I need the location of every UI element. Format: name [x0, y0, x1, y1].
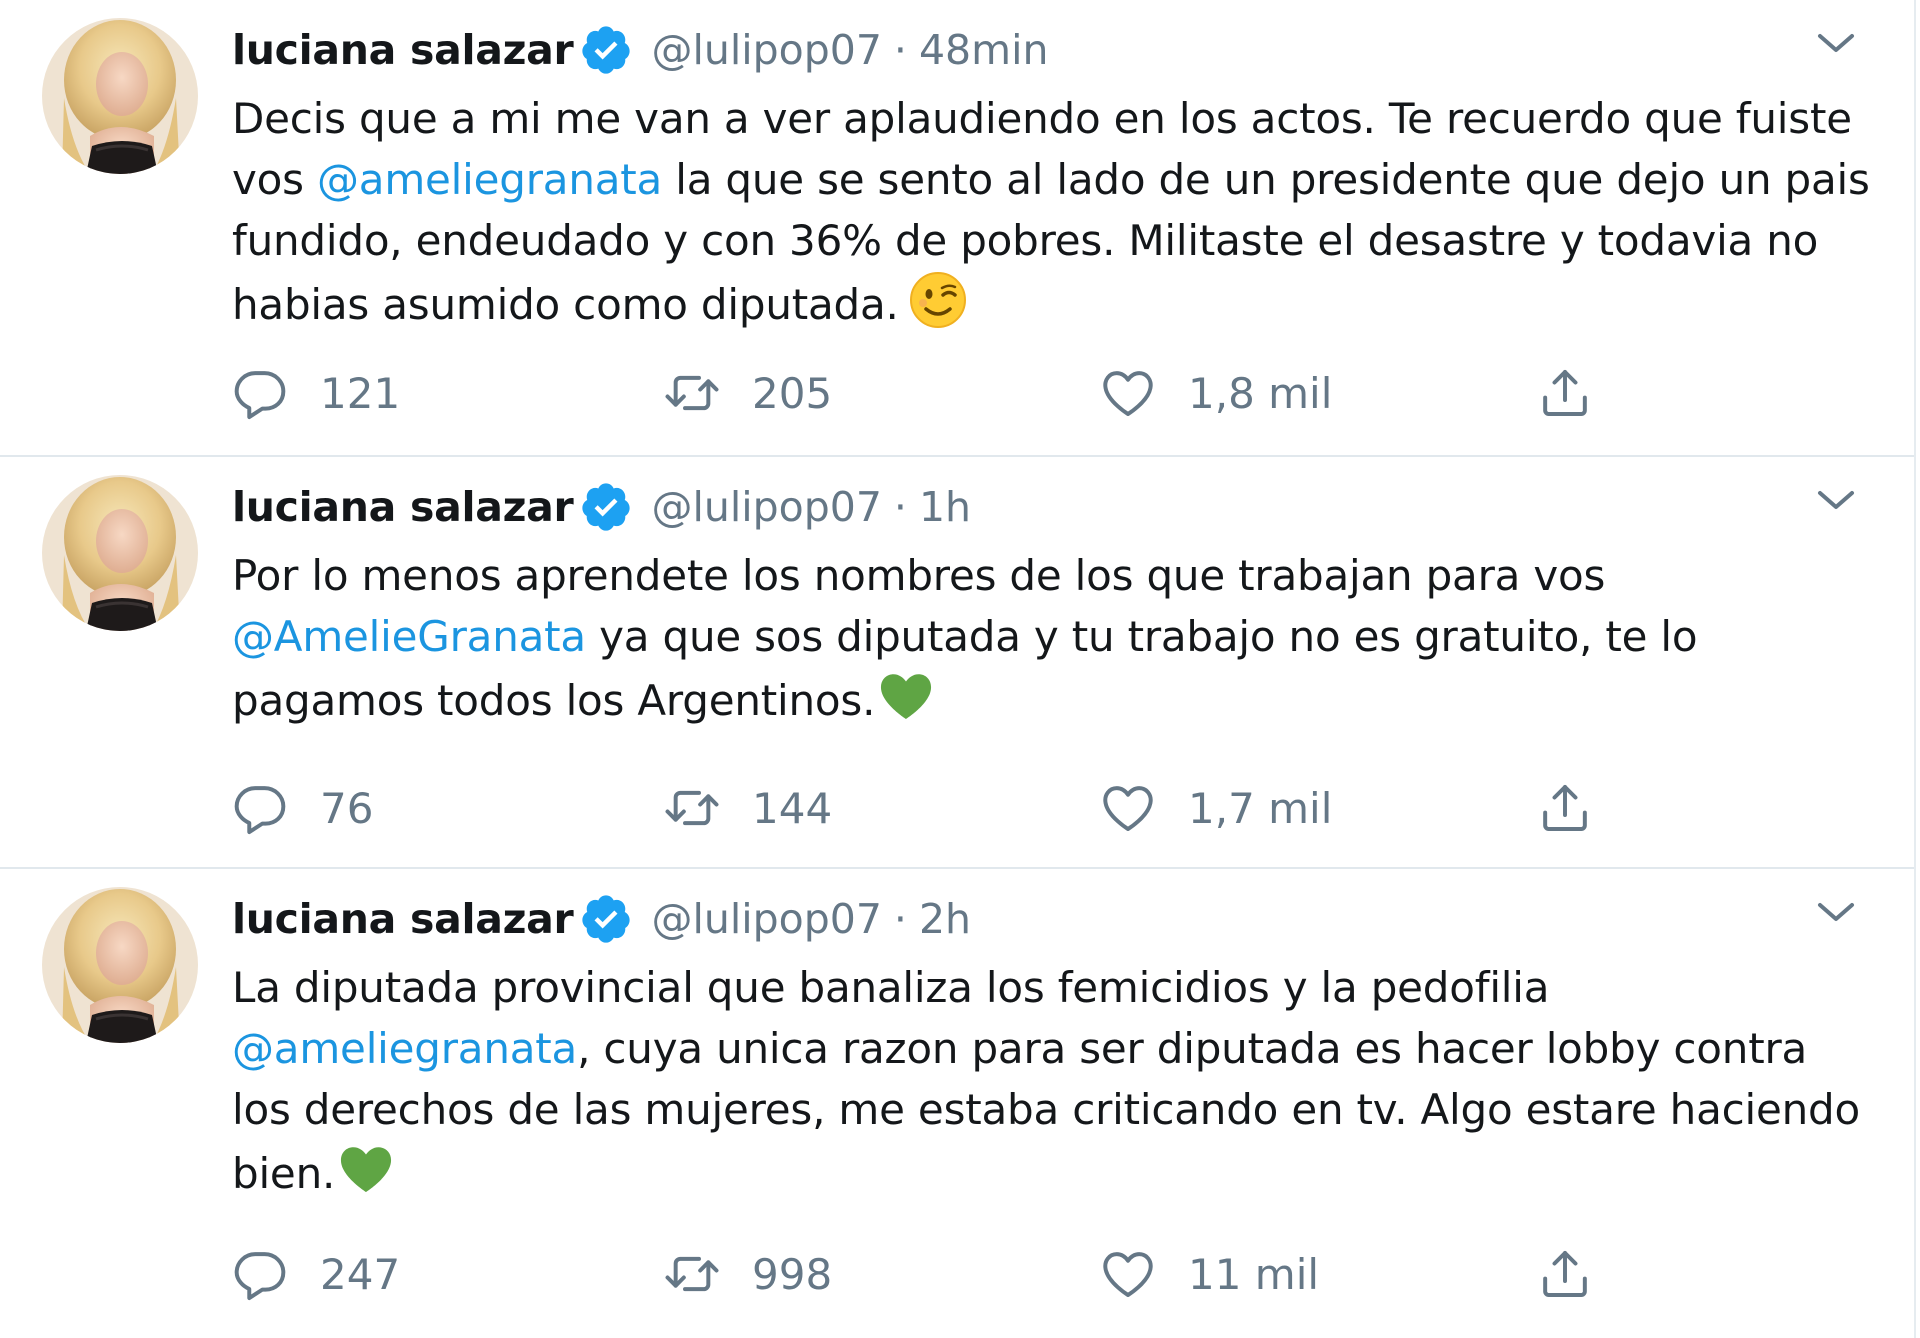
like-button[interactable]: 1,8 mil: [1100, 358, 1332, 428]
author-name[interactable]: luciana salazar: [232, 895, 574, 943]
like-button[interactable]: 11 mil: [1100, 1239, 1319, 1309]
verified-badge-icon: [579, 480, 633, 534]
tweet-text: Decis que a mi me van a ver aplaudiendo …: [232, 88, 1872, 335]
tweet-text: Por lo menos aprendete los nombres de lo…: [232, 545, 1872, 731]
like-icon: [1100, 780, 1156, 836]
avatar[interactable]: [42, 18, 198, 174]
author-handle[interactable]: @lulipop07: [651, 895, 881, 943]
tweet-header: luciana salazar @lulipop07 · 48min: [232, 18, 1048, 82]
reply-icon: [232, 780, 288, 836]
separator-dot: ·: [893, 895, 907, 943]
tweet[interactable]: luciana salazar @lulipop07 · 2h La diput…: [0, 869, 1914, 1338]
tweet-timestamp[interactable]: 1h: [919, 483, 971, 531]
avatar[interactable]: [42, 475, 198, 631]
verified-badge-icon: [579, 892, 633, 946]
avatar[interactable]: [42, 887, 198, 1043]
tweet-text-segment: Por lo menos aprendete los nombres de lo…: [232, 551, 1606, 600]
green-heart-emoji: [877, 667, 935, 725]
author-name[interactable]: luciana salazar: [232, 26, 574, 74]
verified-badge-icon: [579, 23, 633, 77]
share-icon: [1537, 365, 1593, 421]
share-icon: [1537, 780, 1593, 836]
author-handle[interactable]: @lulipop07: [651, 483, 881, 531]
tweet[interactable]: luciana salazar @lulipop07 · 48min Decis…: [0, 0, 1914, 457]
tweet-text-segment: La diputada provincial que banaliza los …: [232, 963, 1550, 1012]
tweet-actions: 247 998 11 mil: [232, 1239, 1632, 1309]
tweet[interactable]: luciana salazar @lulipop07 · 1h Por lo m…: [0, 457, 1914, 869]
chevron-down-icon[interactable]: [1812, 481, 1860, 521]
wink-emoji: [909, 271, 967, 329]
retweet-icon: [664, 365, 720, 421]
like-button[interactable]: 1,7 mil: [1100, 773, 1332, 843]
retweet-count: 998: [752, 1249, 833, 1299]
like-icon: [1100, 365, 1156, 421]
separator-dot: ·: [893, 483, 907, 531]
share-button[interactable]: [1537, 1239, 1593, 1309]
retweet-count: 144: [752, 783, 833, 833]
chevron-down-icon[interactable]: [1812, 893, 1860, 933]
tweet-actions: 121 205 1,8 mil: [232, 358, 1632, 428]
mention-link[interactable]: @ameliegranata: [232, 1024, 577, 1073]
reply-icon: [232, 365, 288, 421]
tweet-actions: 76 144 1,7 mil: [232, 773, 1632, 843]
share-icon: [1537, 1246, 1593, 1302]
tweet-timestamp[interactable]: 48min: [919, 26, 1049, 74]
reply-count: 247: [320, 1249, 401, 1299]
retweet-icon: [664, 1246, 720, 1302]
tweet-header: luciana salazar @lulipop07 · 1h: [232, 475, 971, 539]
author-name[interactable]: luciana salazar: [232, 483, 574, 531]
reply-button[interactable]: 76: [232, 773, 373, 843]
share-button[interactable]: [1537, 773, 1593, 843]
like-count: 1,8 mil: [1188, 368, 1333, 418]
reply-button[interactable]: 121: [232, 358, 400, 428]
retweet-button[interactable]: 998: [664, 1239, 832, 1309]
like-count: 1,7 mil: [1188, 783, 1333, 833]
share-button[interactable]: [1537, 358, 1593, 428]
chevron-down-icon[interactable]: [1812, 24, 1860, 64]
retweet-button[interactable]: 205: [664, 358, 832, 428]
reply-count: 76: [320, 783, 374, 833]
separator-dot: ·: [893, 26, 907, 74]
retweet-count: 205: [752, 368, 833, 418]
reply-count: 121: [320, 368, 401, 418]
reply-icon: [232, 1246, 288, 1302]
retweet-icon: [664, 780, 720, 836]
tweet-timeline: luciana salazar @lulipop07 · 48min Decis…: [0, 0, 1916, 1338]
like-count: 11 mil: [1188, 1249, 1320, 1299]
reply-button[interactable]: 247: [232, 1239, 400, 1309]
tweet-header: luciana salazar @lulipop07 · 2h: [232, 887, 971, 951]
author-handle[interactable]: @lulipop07: [651, 26, 881, 74]
mention-link[interactable]: @AmelieGranata: [232, 612, 586, 661]
retweet-button[interactable]: 144: [664, 773, 832, 843]
tweet-text: La diputada provincial que banaliza los …: [232, 957, 1872, 1204]
tweet-timestamp[interactable]: 2h: [919, 895, 971, 943]
green-heart-emoji: [337, 1140, 395, 1198]
mention-link[interactable]: @ameliegranata: [317, 155, 662, 204]
like-icon: [1100, 1246, 1156, 1302]
